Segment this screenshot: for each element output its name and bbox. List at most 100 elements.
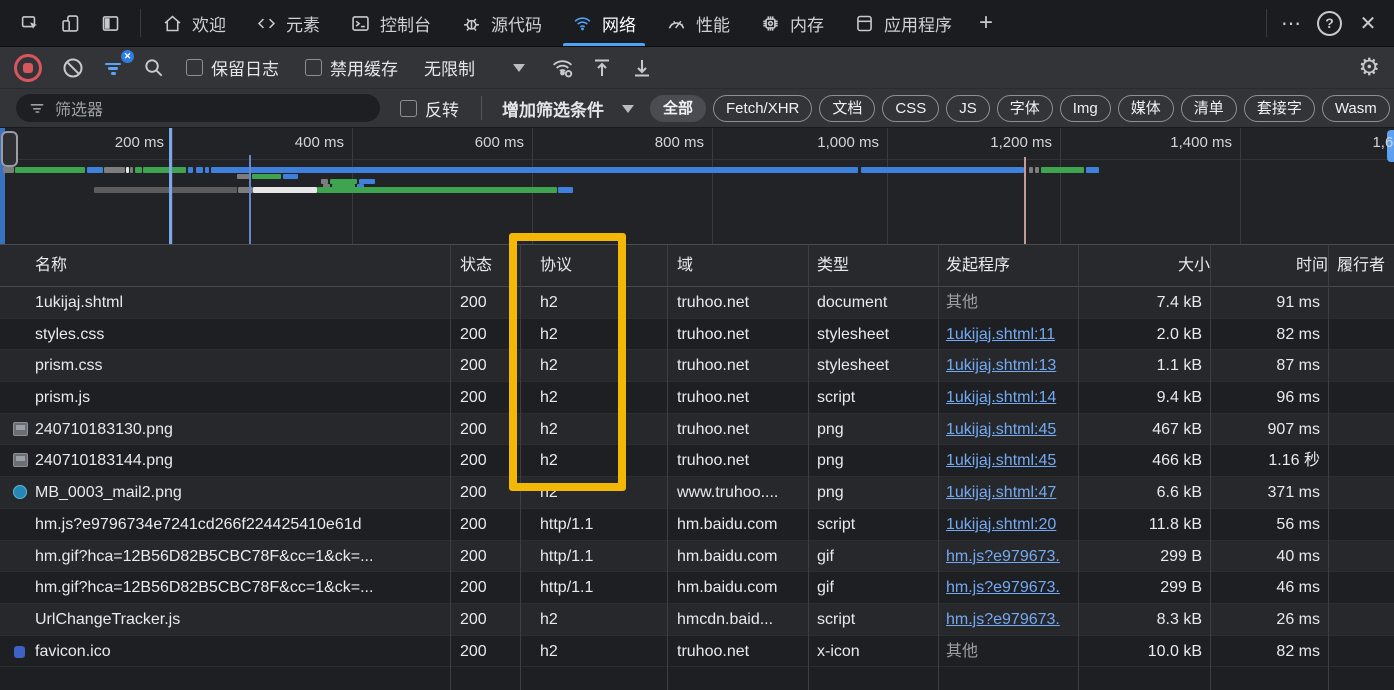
search-icon[interactable] — [136, 53, 170, 83]
close-icon[interactable]: ✕ — [1350, 6, 1386, 40]
timeline-tick-label: 1,600 — [1290, 134, 1394, 151]
timeline-gridline — [712, 128, 713, 244]
filter-icon[interactable]: ✕ — [96, 53, 130, 83]
request-row[interactable]: prism.js200h2truhoo.netscript1ukijaj.sht… — [0, 382, 1394, 414]
filter-pill-CSS[interactable]: CSS — [882, 95, 939, 122]
filter-pill-JS[interactable]: JS — [946, 95, 990, 122]
initiator-link[interactable]: 1ukijaj.shtml:20 — [946, 516, 1056, 533]
column-header-status[interactable]: 状态 — [450, 245, 530, 287]
filter-pill-Img[interactable]: Img — [1060, 95, 1111, 122]
tab-performance[interactable]: 性能 — [651, 0, 745, 46]
help-icon[interactable]: ? — [1317, 11, 1342, 36]
record-network-log-button[interactable] — [14, 54, 42, 82]
initiator-link[interactable]: hm.js?e979673. — [946, 579, 1060, 596]
waterfall-bar-blue — [87, 167, 103, 173]
request-initiator: 1ukijaj.shtml:11 — [938, 319, 1078, 350]
request-status: 200 — [450, 287, 520, 318]
request-protocol: http/1.1 — [520, 541, 667, 572]
request-size: 6.6 kB — [1078, 477, 1210, 508]
request-type: script — [808, 604, 938, 635]
preserve-log-checkbox[interactable]: 保留日志 — [186, 55, 279, 80]
network-overview-timeline[interactable]: 200 ms400 ms600 ms800 ms1,000 ms1,200 ms… — [0, 128, 1394, 245]
more-options-icon[interactable]: ⋯ — [1273, 6, 1309, 40]
tab-console[interactable]: 控制台 — [335, 0, 446, 46]
request-row[interactable]: UrlChangeTracker.js200h2hmcdn.baid...scr… — [0, 604, 1394, 636]
column-header-type[interactable]: 类型 — [808, 245, 947, 287]
clear-network-log-icon[interactable] — [56, 53, 90, 83]
filter-pill-媒体[interactable]: 媒体 — [1118, 95, 1174, 122]
request-row[interactable]: hm.gif?hca=12B56D82B5CBC78F&cc=1&ck=...2… — [0, 541, 1394, 573]
throttling-dropdown-arrow[interactable] — [513, 64, 525, 72]
timeline-gridline — [172, 128, 173, 244]
request-row[interactable]: hm.js?e9796734e7241cd266f224425410e61d20… — [0, 509, 1394, 541]
tab-memory[interactable]: 内存 — [745, 0, 839, 46]
column-header-domain[interactable]: 域 — [667, 245, 818, 287]
request-row[interactable]: 1ukijaj.shtml200h2truhoo.netdocument其他7.… — [0, 287, 1394, 319]
initiator-link[interactable]: 1ukijaj.shtml:47 — [946, 484, 1056, 501]
header-divider — [1078, 245, 1079, 286]
initiator-link[interactable]: 1ukijaj.shtml:13 — [946, 357, 1056, 374]
filter-pill-字体[interactable]: 字体 — [997, 95, 1053, 122]
timeline-tick-label: 200 ms — [44, 134, 164, 151]
waterfall-bar-darkgray — [94, 187, 237, 193]
add-filter-dropdown-arrow[interactable] — [622, 105, 634, 113]
throttling-select[interactable]: 无限制 — [424, 55, 475, 80]
disable-cache-checkbox[interactable]: 禁用缓存 — [305, 55, 398, 80]
overview-left-grip[interactable] — [1, 131, 18, 167]
filter-pill-Fetch/XHR[interactable]: Fetch/XHR — [713, 95, 812, 122]
network-filterbar: 筛选器 反转 增加筛选条件 全部 Fetch/XHR 文档 CSS JS 字体 Img 媒体清… — [0, 88, 1394, 128]
column-header-initiator[interactable]: 发起程序 — [938, 245, 1086, 287]
filter-pill-套接字[interactable]: 套接字 — [1244, 95, 1315, 122]
request-time: 46 ms — [1210, 572, 1328, 603]
import-har-icon[interactable] — [585, 53, 619, 83]
filter-pill-全部[interactable]: 全部 — [650, 95, 706, 122]
tab-application[interactable]: 应用程序 — [839, 0, 967, 46]
request-domain: www.truhoo.... — [667, 477, 808, 508]
initiator-link[interactable]: 1ukijaj.shtml:45 — [946, 421, 1056, 438]
initiator-link[interactable]: 1ukijaj.shtml:45 — [946, 452, 1056, 469]
add-tab-button[interactable]: + — [967, 0, 1005, 46]
column-header-time[interactable]: 时间 — [1210, 245, 1336, 287]
requests-table: 名称状态协议域类型发起程序大小时间履行者 1ukijaj.shtml200h2t… — [0, 245, 1394, 690]
initiator-link[interactable]: 1ukijaj.shtml:11 — [946, 326, 1055, 343]
add-filter-dropdown[interactable]: 增加筛选条件 — [502, 96, 604, 121]
device-emulation-button[interactable] — [52, 6, 88, 40]
filter-pill-文档[interactable]: 文档 — [819, 95, 875, 122]
request-size: 467 kB — [1078, 414, 1210, 445]
request-status: 200 — [450, 541, 520, 572]
request-size: 299 B — [1078, 541, 1210, 572]
code-icon — [256, 13, 277, 34]
tab-elements[interactable]: 元素 — [241, 0, 335, 46]
network-conditions-icon[interactable] — [545, 53, 579, 83]
filter-pill-Wasm[interactable]: Wasm — [1322, 95, 1390, 122]
request-time: 82 ms — [1210, 319, 1328, 350]
request-row[interactable]: hm.gif?hca=12B56D82B5CBC78F&cc=1&ck=...2… — [0, 572, 1394, 604]
request-row[interactable]: favicon.ico200h2truhoo.netx-icon其他10.0 k… — [0, 636, 1394, 668]
request-status: 200 — [450, 636, 520, 667]
dock-side-button[interactable] — [92, 6, 128, 40]
network-settings-gear-icon[interactable]: ⚙ — [1358, 53, 1380, 82]
column-header-protocol[interactable]: 协议 — [520, 245, 687, 287]
request-status: 200 — [450, 477, 520, 508]
tab-sources[interactable]: 源代码 — [446, 0, 557, 46]
filter-input[interactable]: 筛选器 — [16, 94, 380, 122]
initiator-link[interactable]: hm.js?e979673. — [946, 548, 1060, 565]
filter-pill-清单[interactable]: 清单 — [1181, 95, 1237, 122]
tab-welcome[interactable]: 欢迎 — [147, 0, 241, 46]
resource-type-filters: 全部Fetch/XHR文档CSSJS字体Img媒体清单套接字Wasm其他 — [650, 95, 1394, 122]
request-row[interactable]: styles.css200h2truhoo.netstylesheet1ukij… — [0, 319, 1394, 351]
initiator-link[interactable]: hm.js?e979673. — [946, 611, 1060, 628]
request-size: 9.4 kB — [1078, 382, 1210, 413]
export-har-icon[interactable] — [625, 53, 659, 83]
column-header-waterfall[interactable]: 履行者 — [1328, 245, 1394, 287]
initiator-link[interactable]: 1ukijaj.shtml:14 — [946, 389, 1056, 406]
tab-network[interactable]: 网络 — [557, 0, 651, 46]
inspect-element-button[interactable] — [12, 6, 48, 40]
request-row[interactable]: 240710183144.png200h2truhoo.netpng1ukija… — [0, 445, 1394, 477]
request-row[interactable]: prism.css200h2truhoo.netstylesheet1ukija… — [0, 350, 1394, 382]
request-row[interactable]: 240710183130.png200h2truhoo.netpng1ukija… — [0, 414, 1394, 446]
column-header-size[interactable]: 大小 — [1078, 245, 1218, 287]
column-header-name[interactable]: 名称 — [0, 245, 485, 287]
invert-filter-checkbox[interactable]: 反转 — [400, 96, 459, 121]
request-row[interactable]: MB_0003_mail2.png200h2www.truhoo....png1… — [0, 477, 1394, 509]
